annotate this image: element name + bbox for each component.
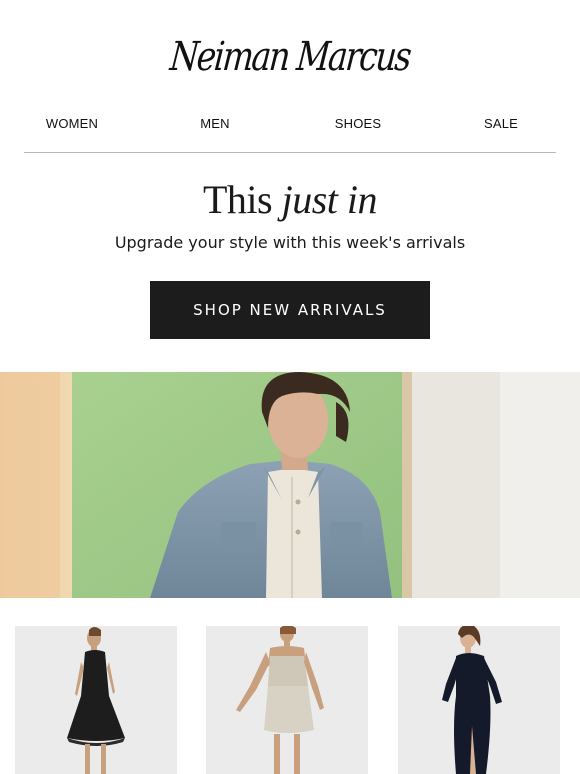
product-tile[interactable] — [206, 626, 368, 774]
nav-item-women[interactable]: WOMEN — [12, 116, 132, 131]
headline-italic: just in — [281, 177, 378, 222]
hero-image-link[interactable] — [0, 372, 580, 598]
nav-item-men[interactable]: MEN — [155, 116, 275, 131]
promo-headline: This just in — [0, 176, 580, 223]
brand-logo: Neiman Marcus — [168, 34, 412, 80]
product-image-silver-dress — [206, 626, 368, 774]
headline-regular: This — [202, 177, 273, 222]
product-tile[interactable] — [15, 626, 177, 774]
promo-subhead: Upgrade your style with this week's arri… — [114, 233, 466, 252]
nav-item-sale[interactable]: SALE — [441, 116, 561, 131]
nav-divider — [24, 152, 556, 153]
logo-link[interactable]: Neiman Marcus — [0, 22, 580, 92]
nav-item-shoes[interactable]: SHOES — [298, 116, 418, 131]
product-image-black-gown — [398, 626, 560, 774]
product-image-black-dress — [15, 626, 177, 774]
hero-image — [0, 372, 580, 598]
main-nav: WOMEN MEN SHOES SALE — [0, 116, 580, 134]
product-tile[interactable] — [398, 626, 560, 774]
shop-new-arrivals-button[interactable]: SHOP NEW ARRIVALS — [150, 281, 430, 339]
product-row — [0, 626, 580, 774]
